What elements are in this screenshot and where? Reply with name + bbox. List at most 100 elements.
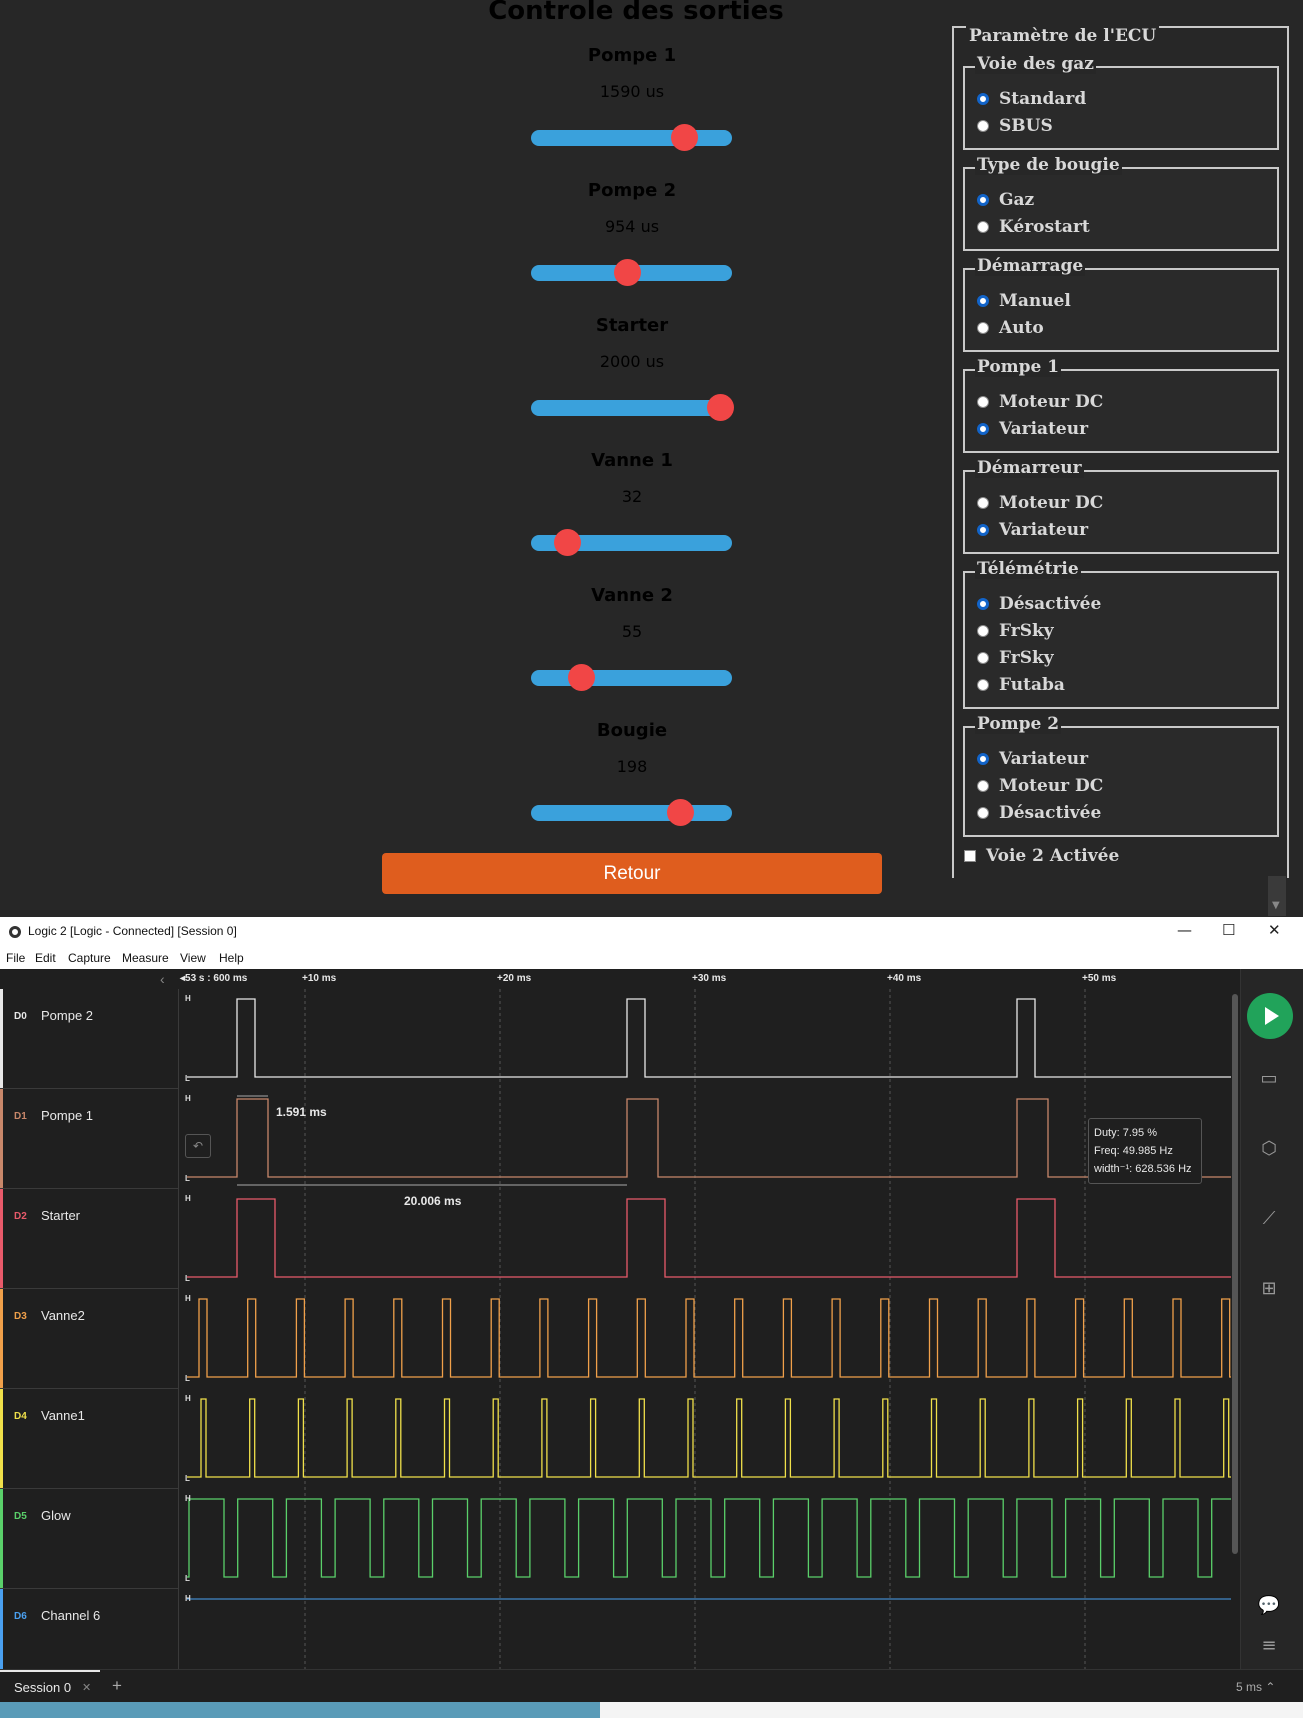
channel-name: Vanne2 — [41, 1308, 85, 1323]
slider-vanne2[interactable] — [531, 664, 732, 691]
hamburger-menu-icon[interactable]: ≡ — [1256, 1635, 1282, 1657]
radio-icon[interactable] — [977, 679, 989, 691]
menu-file[interactable]: File — [6, 951, 25, 965]
slider-thumb[interactable] — [614, 259, 642, 286]
radio-label: SBUS — [999, 116, 1053, 136]
slider-thumb[interactable] — [554, 529, 582, 556]
radio-frsky-1[interactable]: FrSky — [977, 620, 1054, 642]
group-title: Pompe 2 — [975, 714, 1062, 734]
slider-pompe1[interactable] — [531, 124, 732, 151]
radio-demarreur-moteur-dc[interactable]: Moteur DC — [977, 492, 1103, 514]
radio-standard[interactable]: Standard — [977, 88, 1086, 110]
radio-icon[interactable] — [977, 807, 989, 819]
device-icon[interactable]: ▭ — [1256, 1068, 1282, 1090]
time-ruler[interactable]: ◂53 s : 600 ms +10 ms +20 ms +30 ms +40 … — [178, 969, 1230, 989]
channel-d5[interactable]: D5 Glow — [0, 1489, 178, 1589]
slider-bougie[interactable] — [531, 799, 732, 826]
channel-d0[interactable]: D0 Pompe 2 — [0, 989, 178, 1089]
radio-icon[interactable] — [977, 497, 989, 509]
channel-d4[interactable]: D4 Vanne1 — [0, 1389, 178, 1489]
radio-label: Désactivée — [999, 594, 1102, 614]
radio-pompe2-variateur[interactable]: Variateur — [977, 748, 1088, 770]
radio-icon[interactable] — [977, 652, 989, 664]
radio-pompe2-desactivee[interactable]: Désactivée — [977, 802, 1101, 824]
radio-icon[interactable] — [977, 322, 989, 334]
radio-futaba[interactable]: Futaba — [977, 674, 1065, 696]
channel-d2[interactable]: D2 Starter — [0, 1189, 178, 1289]
measure-ruler-icon[interactable]: ⟋ — [1256, 1208, 1282, 1230]
channel-d1[interactable]: D1 Pompe 1 — [0, 1089, 178, 1189]
slider-thumb[interactable] — [568, 664, 596, 691]
slider-thumb[interactable] — [670, 124, 698, 151]
radio-icon[interactable] — [977, 194, 989, 206]
radio-icon[interactable] — [977, 423, 989, 435]
channel-color-bar — [0, 1089, 3, 1188]
waveform-canvas[interactable]: H L H L H L H L H L H L H — [179, 989, 1231, 1669]
maximize-icon[interactable]: ☐ — [1222, 921, 1235, 939]
radio-frsky-2[interactable]: FrSky — [977, 647, 1054, 669]
menu-capture[interactable]: Capture — [68, 951, 111, 965]
slider-pompe2[interactable] — [531, 259, 732, 286]
extensions-icon[interactable]: ⊞ — [1256, 1278, 1282, 1300]
channel-color-bar — [0, 1389, 3, 1488]
waveform-scrollbar[interactable] — [1232, 994, 1238, 1554]
radio-pompe1-moteur-dc[interactable]: Moteur DC — [977, 391, 1103, 413]
logic-app-icon — [9, 926, 21, 938]
collapse-sidebar-icon[interactable]: ‹ — [160, 971, 165, 987]
menu-measure[interactable]: Measure — [122, 951, 169, 965]
radio-icon[interactable] — [977, 93, 989, 105]
radio-telemetrie-desactivee[interactable]: Désactivée — [977, 593, 1101, 615]
slider-thumb[interactable] — [666, 799, 694, 826]
slider-starter[interactable] — [531, 394, 734, 421]
channel-color-bar — [0, 1589, 3, 1669]
feedback-icon[interactable]: 💬 — [1256, 1595, 1282, 1617]
close-icon[interactable]: ✕ — [1268, 921, 1281, 939]
radio-icon[interactable] — [977, 524, 989, 536]
add-session-icon[interactable]: + — [112, 1676, 122, 1696]
minimize-icon[interactable]: — — [1177, 921, 1192, 939]
page-scrollbar[interactable]: ▼ — [1268, 876, 1286, 916]
radio-icon[interactable] — [977, 120, 989, 132]
channel-id: D2 — [14, 1211, 27, 1222]
slider-vanne1[interactable] — [531, 529, 732, 556]
retour-button[interactable]: Retour — [382, 853, 882, 894]
chevron-down-icon[interactable]: ▼ — [1272, 900, 1280, 911]
radio-demarreur-variateur[interactable]: Variateur — [977, 519, 1088, 541]
tooltip-duty: Duty: 7.95 % — [1094, 1127, 1157, 1139]
radio-icon[interactable] — [977, 625, 989, 637]
menu-bar: File Edit Capture Measure View Help — [0, 947, 1303, 969]
slider-thumb[interactable] — [706, 394, 734, 421]
radio-kerostart[interactable]: Kérostart — [977, 216, 1090, 238]
checkbox-icon[interactable] — [964, 850, 976, 862]
voie2-checkbox[interactable]: Voie 2 Activée — [964, 845, 1119, 867]
radio-manuel[interactable]: Manuel — [977, 290, 1071, 312]
radio-auto[interactable]: Auto — [977, 317, 1044, 339]
radio-pompe1-variateur[interactable]: Variateur — [977, 418, 1088, 440]
radio-icon[interactable] — [977, 753, 989, 765]
menu-view[interactable]: View — [180, 951, 206, 965]
radio-sbus[interactable]: SBUS — [977, 115, 1053, 137]
level-marker: H — [185, 1394, 191, 1403]
waveform-glow — [187, 1498, 1231, 1578]
radio-gaz[interactable]: Gaz — [977, 189, 1034, 211]
channel-name: Vanne1 — [41, 1408, 85, 1423]
radio-icon[interactable] — [977, 598, 989, 610]
radio-label: Désactivée — [999, 803, 1102, 823]
radio-icon[interactable] — [977, 780, 989, 792]
menu-edit[interactable]: Edit — [35, 951, 56, 965]
level-marker: L — [185, 1374, 190, 1383]
close-tab-icon[interactable]: ✕ — [82, 1681, 91, 1694]
channel-d3[interactable]: D3 Vanne2 — [0, 1289, 178, 1389]
radio-icon[interactable] — [977, 295, 989, 307]
radio-pompe2-moteur-dc[interactable]: Moteur DC — [977, 775, 1103, 797]
channel-d6[interactable]: D6 Channel 6 — [0, 1589, 178, 1669]
waveform-area[interactable]: H L H L H L H L H L H L H — [178, 989, 1231, 1669]
output-label-bougie: Bougie — [596, 720, 668, 741]
radio-icon[interactable] — [977, 221, 989, 233]
radio-icon[interactable] — [977, 396, 989, 408]
start-capture-button[interactable] — [1247, 993, 1293, 1039]
analyzers-icon[interactable]: ⬡ — [1256, 1138, 1282, 1160]
menu-help[interactable]: Help — [219, 951, 244, 965]
level-marker: L — [185, 1474, 190, 1483]
undo-icon[interactable]: ↶ — [185, 1134, 211, 1158]
